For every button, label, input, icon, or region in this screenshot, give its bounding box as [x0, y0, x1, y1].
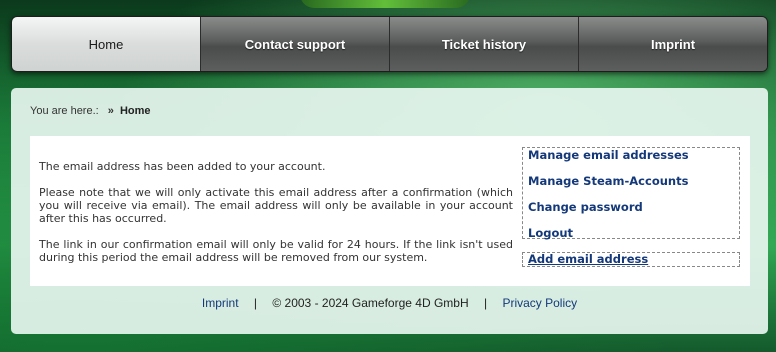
confirmation-message: The email address has been added to your…	[39, 160, 513, 277]
content-panel: You are here.: » Home The email address …	[11, 88, 768, 334]
nav-home[interactable]: Home	[12, 17, 200, 71]
footer-separator: |	[483, 296, 488, 310]
message-activation-note: Please note that we will only activate t…	[39, 186, 513, 225]
manage-steam-accounts-link[interactable]: Manage Steam-Accounts	[528, 175, 739, 188]
footer-imprint-link[interactable]: Imprint	[202, 296, 239, 310]
footer-copyright: © 2003 - 2024 Gameforge 4D GmbH	[272, 296, 469, 310]
breadcrumb-separator: »	[107, 105, 114, 117]
brand-logo	[300, 0, 470, 8]
logout-link[interactable]: Logout	[528, 227, 739, 240]
nav-contact-support[interactable]: Contact support	[200, 17, 389, 71]
change-password-link[interactable]: Change password	[528, 201, 739, 214]
message-link-validity: The link in our confirmation email will …	[39, 238, 513, 264]
breadcrumb-prefix: You are here.:	[30, 105, 99, 117]
account-menu: Manage email addresses Manage Steam-Acco…	[522, 147, 740, 240]
add-email-address-link[interactable]: Add email address	[528, 253, 739, 266]
breadcrumb: You are here.: » Home	[30, 105, 151, 117]
main-navigation: Home Contact support Ticket history Impr…	[11, 16, 768, 72]
add-email-box: Add email address	[522, 252, 740, 267]
footer: Imprint | © 2003 - 2024 Gameforge 4D Gmb…	[11, 296, 768, 310]
main-content: The email address has been added to your…	[30, 136, 750, 286]
footer-privacy-link[interactable]: Privacy Policy	[502, 296, 577, 310]
message-added: The email address has been added to your…	[39, 160, 326, 173]
breadcrumb-current[interactable]: Home	[120, 105, 151, 117]
nav-imprint[interactable]: Imprint	[578, 17, 767, 71]
manage-email-addresses-link[interactable]: Manage email addresses	[528, 149, 739, 162]
nav-ticket-history[interactable]: Ticket history	[389, 17, 578, 71]
footer-separator: |	[253, 296, 258, 310]
